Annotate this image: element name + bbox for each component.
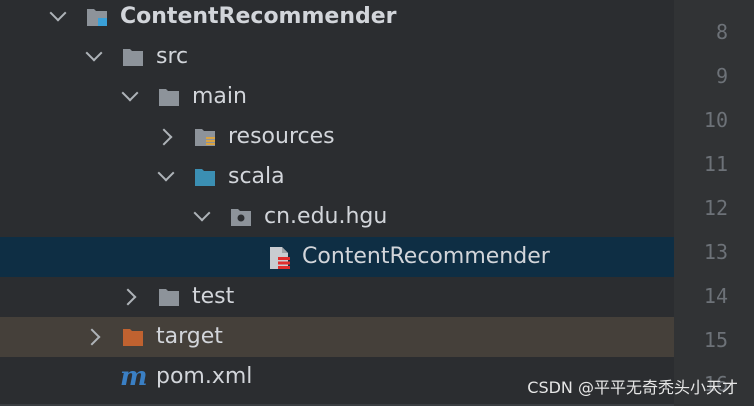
chevron-down-icon[interactable] [157, 164, 175, 182]
tree-item-label: src [156, 44, 189, 69]
scala-file-icon [268, 245, 290, 269]
chevron-down-icon[interactable] [193, 204, 211, 222]
resources-folder-icon [194, 127, 216, 147]
module-folder-icon [86, 7, 108, 27]
tree-item-label: ContentRecommender [120, 4, 397, 29]
folder-icon [158, 87, 180, 107]
excluded-folder-icon [122, 327, 144, 347]
watermark: CSDN @平平无奇秃头小天才 [527, 378, 738, 397]
line-number-gutter: 8 9 10 11 12 13 14 15 16 [674, 0, 754, 406]
tree-item-label: resources [228, 124, 335, 149]
chevron-down-icon[interactable] [85, 44, 103, 62]
tree-item-resources[interactable]: resources [0, 117, 674, 157]
chevron-down-icon[interactable] [121, 84, 139, 102]
chevron-right-icon[interactable] [155, 128, 173, 146]
tree-item-label: target [156, 324, 223, 349]
tree-item-scala[interactable]: scala [0, 157, 674, 197]
tree-item-label: test [192, 284, 235, 309]
tree-item-label: pom.xml [156, 364, 253, 389]
svg-text:m: m [120, 363, 148, 389]
line-number: 13 [703, 240, 728, 264]
package-icon [230, 207, 252, 227]
chevron-right-icon[interactable] [119, 288, 137, 306]
tree-item-label: ContentRecommender [302, 244, 550, 269]
tree-item-label: scala [228, 164, 285, 189]
line-number: 9 [715, 64, 728, 88]
folder-icon [122, 47, 144, 67]
maven-icon: m [120, 362, 150, 392]
chevron-right-icon[interactable] [83, 328, 101, 346]
line-number: 8 [715, 20, 728, 44]
tree-item-label: cn.edu.hgu [264, 204, 388, 229]
tree-item-target[interactable]: target [0, 317, 674, 357]
tree-item-package[interactable]: cn.edu.hgu [0, 197, 674, 237]
line-number: 12 [703, 196, 728, 220]
tree-item-label: main [192, 84, 247, 109]
line-number: 14 [703, 284, 728, 308]
tree-item-test[interactable]: test [0, 277, 674, 317]
tree-item-main[interactable]: main [0, 77, 674, 117]
tree-item-scala-object[interactable]: ContentRecommender [0, 237, 674, 277]
tree-item-module[interactable]: ContentRecommender [0, 0, 674, 37]
source-folder-icon [194, 167, 216, 187]
line-number: 11 [703, 152, 728, 176]
tree-item-src[interactable]: src [0, 37, 674, 77]
line-number: 15 [703, 328, 728, 352]
line-number: 10 [703, 108, 728, 132]
chevron-down-icon[interactable] [49, 4, 67, 22]
project-tree: ContentRecommender src main resources sc… [0, 0, 674, 406]
folder-icon [158, 287, 180, 307]
